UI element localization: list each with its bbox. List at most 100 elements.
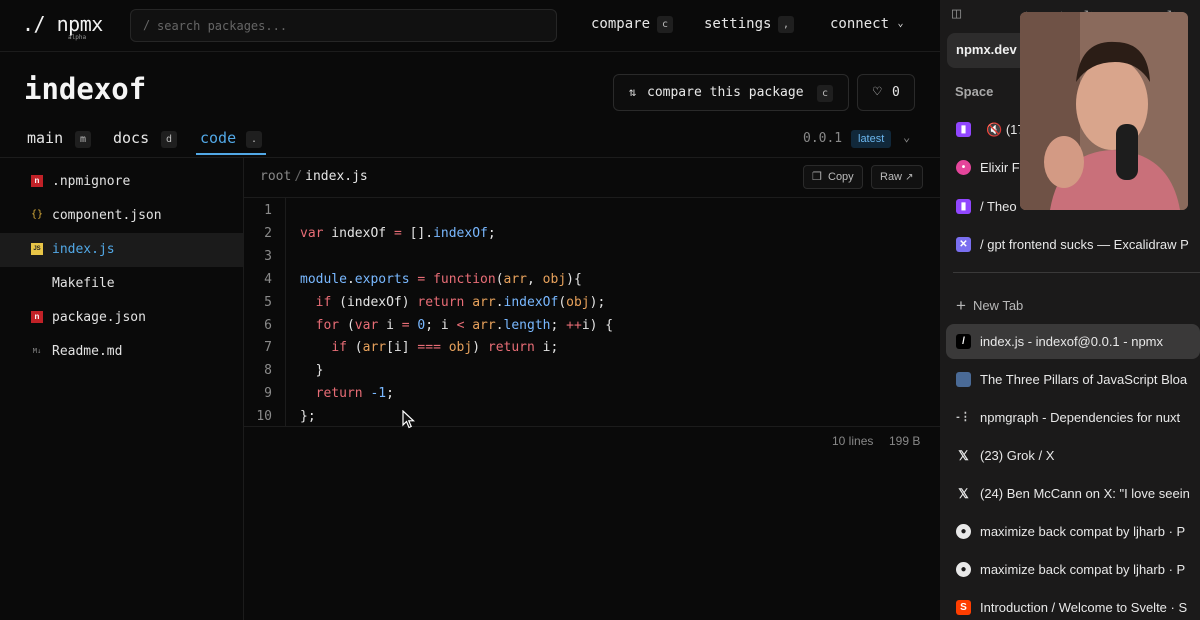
chevron-down-icon: ⌄ <box>897 18 904 29</box>
version-selector[interactable]: 0.0.1 <box>803 131 842 146</box>
code-line: for (var i = 0; i < arr.length; ++i) { <box>315 317 614 333</box>
breadcrumb-root[interactable]: root <box>260 169 291 184</box>
copy-button[interactable]: ❐ Copy <box>803 165 863 189</box>
md-file-icon: M↓ <box>32 347 42 355</box>
tab-item[interactable]: 𝕏 (24) Ben McCann on X: "I love seein <box>946 476 1200 511</box>
compare-arrows-icon: ⇅ <box>629 85 637 99</box>
raw-button[interactable]: Raw ↗ <box>871 165 923 189</box>
connect-menu[interactable]: connect ⌄ <box>830 16 903 32</box>
blog-icon <box>956 372 971 387</box>
webcam-overlay <box>1020 12 1188 210</box>
tab-item[interactable]: 𝕏 (23) Grok / X <box>946 438 1200 473</box>
file-name: Readme.md <box>52 344 123 359</box>
compare-package-button[interactable]: ⇅ compare this package c <box>613 74 849 111</box>
code-line: return -1; <box>315 386 394 402</box>
tab-item[interactable]: The Three Pillars of JavaScript Bloa <box>946 362 1200 397</box>
tab-item-active[interactable]: / index.js - indexof@0.0.1 - npmx <box>946 324 1200 359</box>
tab-title: The Three Pillars of JavaScript Bloa <box>980 372 1188 387</box>
x-icon: 𝕏 <box>958 486 969 501</box>
settings-link[interactable]: settings <box>704 16 771 32</box>
tab-item[interactable]: ● maximize back compat by ljharb · P <box>946 514 1200 549</box>
active-tab-indicator <box>196 153 266 155</box>
file-name: .npmignore <box>52 174 131 189</box>
tab-title: Introduction / Welcome to Svelte · S <box>980 600 1188 615</box>
file-item[interactable]: {} component.json <box>0 199 243 233</box>
sidebar-toggle-icon[interactable]: ◫ <box>952 4 961 22</box>
file-item[interactable]: M↓ Readme.md <box>0 335 243 369</box>
file-item[interactable]: n package.json <box>0 301 243 335</box>
new-tab-label: New Tab <box>972 298 1024 313</box>
tab-title: (24) Ben McCann on X: "I love seein <box>980 486 1190 501</box>
chevron-down-icon[interactable]: ⌄ <box>903 130 910 144</box>
connect-label: connect <box>830 16 890 32</box>
copy-icon: ❐ <box>812 171 822 183</box>
github-icon: ● <box>956 524 971 539</box>
compare-package-shortcut: c <box>817 85 833 102</box>
tab-docs[interactable]: docs <box>113 129 149 147</box>
raw-label: Raw <box>880 171 903 183</box>
file-size: 199 B <box>889 434 921 448</box>
file-item[interactable]: Makefile <box>0 267 243 301</box>
search-input[interactable] <box>157 11 547 40</box>
code-line: var indexOf = [].indexOf; <box>300 225 496 241</box>
file-item-selected[interactable]: JS index.js <box>0 233 243 267</box>
mouse-cursor-icon <box>402 410 416 429</box>
svelte-icon: S <box>956 600 971 615</box>
latest-badge: latest <box>851 130 892 148</box>
file-name: package.json <box>52 310 146 325</box>
line-number: 10 <box>256 409 272 425</box>
json-file-icon: {} <box>31 209 44 220</box>
compare-link[interactable]: compare <box>591 16 650 32</box>
line-count: 10 lines <box>832 434 874 448</box>
tab-main-shortcut: m <box>75 131 91 148</box>
code-line: module.exports = function(arr, obj){ <box>300 271 582 287</box>
tab-code[interactable]: code <box>200 129 236 147</box>
compare-package-label: compare this package <box>647 85 804 100</box>
tab-item[interactable]: S Introduction / Welcome to Svelte · S <box>946 590 1200 620</box>
tab-docs-shortcut: d <box>161 131 177 148</box>
breadcrumb: root / index.js <box>260 169 368 184</box>
pinned-tab[interactable]: ✕ / gpt frontend sucks — Excalidraw P <box>946 227 1200 262</box>
line-number: 7 <box>264 340 272 356</box>
settings-shortcut-key: , <box>778 16 794 33</box>
line-number: 6 <box>264 317 272 333</box>
excalidraw-icon: ✕ <box>956 237 971 252</box>
code-line: }; <box>300 409 316 425</box>
tab-title: (23) Grok / X <box>980 448 1055 463</box>
line-number: 2 <box>264 225 272 241</box>
x-icon: 𝕏 <box>958 448 969 463</box>
search-box[interactable]: / <box>130 9 557 42</box>
line-number: 3 <box>264 248 272 264</box>
external-link-icon: ↗ <box>905 172 914 183</box>
line-number: 5 <box>264 294 272 310</box>
line-number: 9 <box>264 386 272 402</box>
like-button[interactable]: ♡ 0 <box>857 74 915 111</box>
line-number: 4 <box>264 271 272 287</box>
tab-code-shortcut: . <box>246 131 262 148</box>
like-count: 0 <box>892 85 900 100</box>
logo-alpha-tag: alpha <box>68 34 87 41</box>
new-tab-button[interactable]: + New Tab <box>956 295 1023 315</box>
line-number: 1 <box>264 203 272 218</box>
copy-label: Copy <box>828 171 854 183</box>
tab-item[interactable]: ● maximize back compat by ljharb · P <box>946 552 1200 587</box>
file-name: component.json <box>52 208 162 223</box>
heart-icon: ♡ <box>873 84 882 100</box>
code-line: if (indexOf) return arr.indexOf(obj); <box>315 294 606 310</box>
npmx-logo[interactable]: ./ npmx <box>22 12 103 36</box>
file-item[interactable]: n .npmignore <box>0 165 243 199</box>
package-title: indexof <box>24 72 147 106</box>
npm-file-icon: n <box>31 311 43 323</box>
twitch-icon: ▮ <box>956 122 971 137</box>
plus-icon: + <box>956 296 966 315</box>
chat-icon: • <box>956 160 971 175</box>
tab-main[interactable]: main <box>27 129 63 147</box>
tab-item[interactable]: -⋮ npmgraph - Dependencies for nuxt <box>946 400 1200 435</box>
tab-title: / gpt frontend sucks — Excalidraw P <box>980 237 1189 252</box>
compare-shortcut-key: c <box>657 16 673 33</box>
js-file-icon: JS <box>31 243 43 255</box>
space-label: Space <box>955 84 994 99</box>
tab-title: maximize back compat by ljharb · P <box>980 562 1186 577</box>
tab-title: index.js - indexof@0.0.1 - npmx <box>980 334 1164 349</box>
code-block[interactable]: 1 2 var indexOf = [].indexOf; 3 4 module.expo… <box>244 197 940 427</box>
